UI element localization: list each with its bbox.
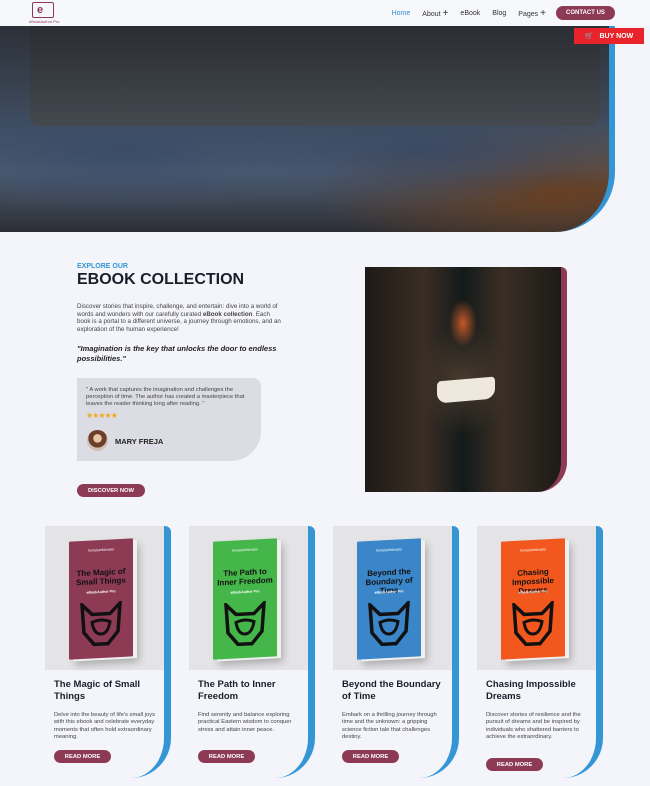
star-rating: ★★★★★ [86,411,118,420]
read-more-button[interactable]: READ MORE [198,750,255,763]
buy-now-button[interactable]: 🛒 BUY NOW [574,28,644,44]
book-description: Delve into the beauty of life's small jo… [54,712,155,740]
logo-text: eBookAuthor Pro [29,19,60,24]
section-title: EBOOK COLLECTION [77,271,245,288]
nav-blog[interactable]: Blog [492,10,506,17]
testimonial-text: " A work that captures the imagination a… [86,387,245,407]
nav-pages[interactable]: Pages + [518,8,546,19]
book-cover-image: TemplateMonster The Magic of Small Thing… [45,526,164,670]
contact-us-button[interactable]: CONTACT US [556,6,615,20]
plus-icon: + [540,7,546,19]
read-more-button[interactable]: READ MORE [342,750,399,763]
header: e eBookAuthor Pro Home About + eBook Blog… [0,0,650,26]
testimonial-name: MARY FREJA [115,437,164,446]
book-title: Beyond the Boundary of Time [342,679,441,702]
mascot-icon [511,600,555,647]
testimonial-card: " A work that captures the imagination a… [77,378,261,461]
book-title: The Path to Inner Freedom [198,679,276,702]
section-eyebrow: EXPLORE OUR [77,263,128,270]
section-intro: Discover stories that inspire, challenge… [77,303,281,333]
nav-about[interactable]: About + [422,8,448,19]
book-description: Embark on a thrilling journey through ti… [342,712,437,740]
book-description: Discover stories of resilience and the p… [486,712,581,740]
book-description: Find serenity and balance exploring prac… [198,712,292,733]
mascot-icon [367,600,411,647]
library-image [365,267,567,492]
nav-home[interactable]: Home [392,10,411,17]
avatar [87,430,108,451]
book-card: TemplateMonster Beyond the Boundary of T… [333,526,459,778]
read-more-button[interactable]: READ MORE [486,758,543,771]
mascot-icon [79,600,123,647]
book-card: TemplateMonster The Path to Inner Freedo… [189,526,315,778]
book-card: TemplateMonster Chasing Impossible Dream… [477,526,603,778]
section-quote: "Imagination is the key that unlocks the… [77,344,277,363]
hero-image [0,26,615,232]
book-cover-image: TemplateMonster The Path to Inner Freedo… [189,526,308,670]
nav-ebook[interactable]: eBook [460,10,480,17]
main-nav: Home About + eBook Blog Pages + [392,0,546,26]
mascot-icon [223,600,267,647]
plus-icon: + [442,7,449,19]
book-card: TemplateMonster The Magic of Small Thing… [45,526,171,778]
cart-icon: 🛒 [584,33,594,40]
discover-now-button[interactable]: DISCOVER NOW [77,484,145,497]
book-title: Chasing Impossible Dreams [486,679,576,702]
logo[interactable]: e eBookAuthor Pro [29,2,60,24]
book-cover-image: TemplateMonster Beyond the Boundary of T… [333,526,452,670]
read-more-button[interactable]: READ MORE [54,750,111,763]
book-cover-image: TemplateMonster Chasing Impossible Dream… [477,526,596,670]
book-title: The Magic of Small Things [54,679,141,702]
